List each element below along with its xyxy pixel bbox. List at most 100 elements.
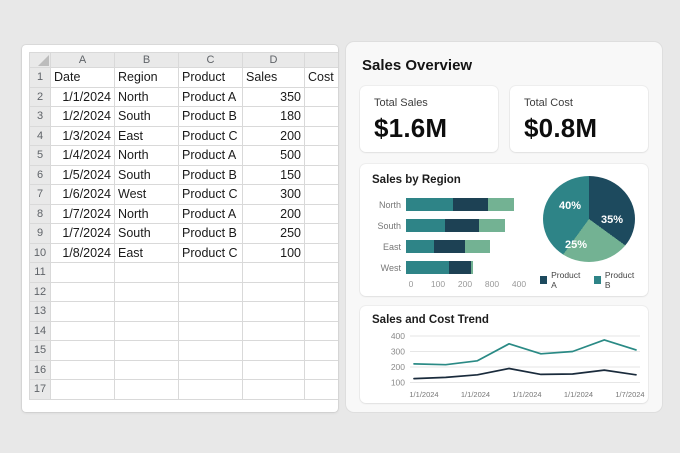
cell[interactable] — [242, 262, 305, 283]
cell[interactable] — [50, 320, 115, 341]
cell[interactable] — [114, 359, 179, 380]
cell[interactable]: 150 — [242, 164, 305, 185]
cell[interactable] — [304, 379, 338, 400]
cell[interactable] — [304, 340, 338, 361]
cell[interactable]: East — [114, 242, 179, 263]
cell[interactable] — [50, 281, 115, 302]
cell[interactable]: Product A — [178, 86, 243, 107]
cell[interactable] — [304, 320, 338, 341]
cell[interactable]: 200 — [242, 203, 305, 224]
cell[interactable]: South — [114, 164, 179, 185]
cell[interactable] — [304, 203, 338, 224]
cell[interactable]: 350 — [242, 86, 305, 107]
cell[interactable] — [178, 320, 243, 341]
cell[interactable]: 1/7/2024 — [50, 203, 115, 224]
cell[interactable] — [304, 301, 338, 322]
cell[interactable]: West — [114, 184, 179, 205]
cell[interactable] — [50, 301, 115, 322]
cell[interactable] — [50, 340, 115, 361]
cell[interactable]: Product C — [178, 125, 243, 146]
row-header[interactable]: 17 — [29, 379, 51, 400]
cell[interactable]: 500 — [242, 145, 305, 166]
cell[interactable] — [304, 164, 338, 185]
row-header[interactable]: 4 — [29, 125, 51, 146]
cell[interactable] — [304, 184, 338, 205]
cell[interactable]: Cost — [304, 67, 338, 88]
cell[interactable] — [242, 301, 305, 322]
cell[interactable] — [178, 281, 243, 302]
cell[interactable] — [50, 262, 115, 283]
row-header[interactable]: 8 — [29, 203, 51, 224]
cell[interactable] — [304, 242, 338, 263]
cell[interactable]: Product B — [178, 164, 243, 185]
row-header[interactable]: 12 — [29, 281, 51, 302]
cell[interactable] — [304, 145, 338, 166]
row-header[interactable]: 11 — [29, 262, 51, 283]
column-header[interactable] — [304, 52, 338, 68]
cell[interactable]: South — [114, 106, 179, 127]
cell[interactable] — [242, 340, 305, 361]
cell[interactable]: 100 — [242, 242, 305, 263]
cell[interactable] — [178, 340, 243, 361]
cell[interactable] — [304, 106, 338, 127]
row-header[interactable]: 1 — [29, 67, 51, 88]
row-header[interactable]: 10 — [29, 242, 51, 263]
cell[interactable] — [304, 86, 338, 107]
column-header[interactable]: B — [114, 52, 179, 68]
cell[interactable] — [304, 359, 338, 380]
row-header[interactable]: 2 — [29, 86, 51, 107]
cell[interactable]: 1/4/2024 — [50, 145, 115, 166]
cell[interactable]: 1/8/2024 — [50, 242, 115, 263]
cell[interactable]: Product B — [178, 223, 243, 244]
column-header[interactable]: A — [50, 52, 115, 68]
cell[interactable]: 1/2/2024 — [50, 106, 115, 127]
cell[interactable]: North — [114, 203, 179, 224]
cell[interactable]: 1/1/2024 — [50, 86, 115, 107]
cell[interactable] — [178, 359, 243, 380]
cell[interactable] — [304, 281, 338, 302]
cell[interactable]: 300 — [242, 184, 305, 205]
cell[interactable] — [178, 379, 243, 400]
select-all-corner[interactable] — [29, 52, 51, 68]
cell[interactable] — [304, 223, 338, 244]
cell[interactable]: Product A — [178, 203, 243, 224]
row-header[interactable]: 3 — [29, 106, 51, 127]
cell[interactable]: North — [114, 145, 179, 166]
cell[interactable] — [114, 281, 179, 302]
cell[interactable] — [114, 320, 179, 341]
cell[interactable]: Product — [178, 67, 243, 88]
cell[interactable]: Date — [50, 67, 115, 88]
cell[interactable]: Product C — [178, 184, 243, 205]
cell[interactable] — [304, 125, 338, 146]
cell[interactable]: Product B — [178, 106, 243, 127]
cell[interactable]: 250 — [242, 223, 305, 244]
cell[interactable]: North — [114, 86, 179, 107]
cell[interactable] — [242, 281, 305, 302]
row-header[interactable]: 6 — [29, 164, 51, 185]
cell[interactable]: Product C — [178, 242, 243, 263]
row-header[interactable]: 15 — [29, 340, 51, 361]
cell[interactable] — [50, 379, 115, 400]
cell[interactable]: 1/5/2024 — [50, 164, 115, 185]
cell[interactable] — [242, 379, 305, 400]
cell[interactable] — [242, 359, 305, 380]
column-header[interactable]: D — [242, 52, 305, 68]
cell[interactable]: Region — [114, 67, 179, 88]
cell[interactable]: 1/7/2024 — [50, 223, 115, 244]
cell[interactable] — [242, 320, 305, 341]
row-header[interactable]: 16 — [29, 359, 51, 380]
cell[interactable]: 1/3/2024 — [50, 125, 115, 146]
cell[interactable] — [178, 262, 243, 283]
row-header[interactable]: 13 — [29, 301, 51, 322]
cell[interactable]: South — [114, 223, 179, 244]
cell[interactable] — [50, 359, 115, 380]
cell[interactable]: 1/6/2024 — [50, 184, 115, 205]
row-header[interactable]: 5 — [29, 145, 51, 166]
cell[interactable] — [114, 262, 179, 283]
cell[interactable]: East — [114, 125, 179, 146]
row-header[interactable]: 7 — [29, 184, 51, 205]
cell[interactable]: Sales — [242, 67, 305, 88]
cell[interactable]: 180 — [242, 106, 305, 127]
row-header[interactable]: 9 — [29, 223, 51, 244]
cell[interactable] — [114, 340, 179, 361]
